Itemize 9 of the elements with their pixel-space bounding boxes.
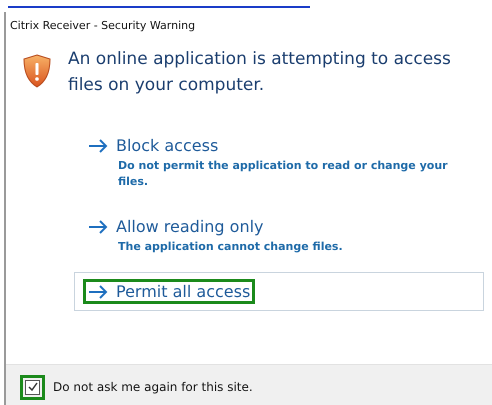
warning-heading: An online application is attempting to access files on your computer. bbox=[68, 48, 452, 97]
access-option[interactable]: Permit all access bbox=[74, 272, 484, 311]
check-icon bbox=[26, 381, 38, 393]
access-option[interactable]: Allow reading only The application cannot change files. bbox=[74, 207, 484, 262]
arrow-icon bbox=[88, 284, 108, 298]
arrow-icon bbox=[88, 220, 108, 234]
warning-shield-icon bbox=[22, 54, 52, 88]
arrow-icon bbox=[88, 138, 108, 152]
access-option[interactable]: Block access Do not permit the application to read or change your files. bbox=[74, 126, 484, 197]
